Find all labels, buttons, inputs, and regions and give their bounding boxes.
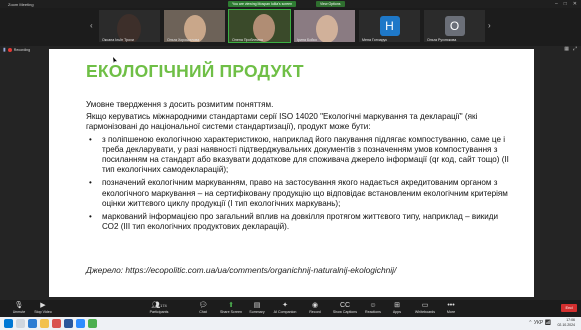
more-button[interactable]: ••• More [432,301,470,314]
participant-avatar: H [379,16,400,36]
participant-name: Оксана Ільїн Трохи [102,38,134,42]
record-dot-icon [7,48,12,52]
zoom-taskbar-icon[interactable] [76,319,85,328]
slide-body: Умовне твердження з досить розмитим поня… [86,100,516,235]
stop-video-button[interactable]: ▶ Stop Video [24,301,62,314]
list-item: маркований інформацією про загальний впл… [86,212,516,232]
minimize-icon[interactable]: – [555,1,558,7]
strip-right-arrow-icon[interactable]: › [488,21,494,31]
shared-screen-slide: ЕКОЛОГІЧНИЙ ПРОДУКТ Умовне твердження з … [49,49,534,297]
participants-count: 174 [160,303,167,308]
summary-label: Summary [249,310,265,314]
chat-label: Chat [199,310,207,314]
file-explorer-icon[interactable] [40,319,49,328]
clock-date: 02.10.2024 [557,323,575,327]
slide-paragraph: Якщо керуватись міжнародними стандартами… [86,112,478,132]
participant-tile[interactable]: Ольга Хорошилова [163,9,226,43]
view-grid-icon[interactable]: ▦ [564,46,569,52]
clock[interactable]: 17:06 02.10.2024 [557,318,575,328]
video-camera-icon: ▶ [40,302,46,309]
app-icon[interactable] [88,319,97,328]
app-icon[interactable] [52,319,61,328]
search-icon[interactable] [16,319,25,328]
participant-name: Ірина Бойко [297,38,317,42]
participant-name: Ольга Хорошилова [167,38,200,42]
more-dots-icon: ••• [447,302,455,309]
slide-intro: Умовне твердження з досить розмитим поня… [86,100,274,109]
windows-taskbar: ⌃ УКР 📶︎ 17:06 02.10.2024 [0,317,581,330]
slide-title: ЕКОЛОГІЧНИЙ ПРОДУКТ [86,61,304,81]
end-button[interactable]: End [561,304,577,312]
slide-source: Джерело: https://ecopolitic.com.ua/ua/co… [86,265,397,275]
participant-name: Мена Гончарук [362,38,387,42]
edge-browser-icon[interactable] [28,319,37,328]
viewing-share-banner: You are viewing Mospan Iuliia's screen [228,1,297,7]
fullscreen-icon[interactable]: ⤢ [573,46,577,52]
word-icon[interactable] [64,319,73,328]
ai-companion-label: AI Companion [273,310,297,314]
participant-video [316,15,338,42]
participant-tile[interactable]: H Мена Гончарук [358,9,421,43]
slide-bullet-list: з поліпшеною екологічною характеристикою… [86,135,516,233]
participant-tile-speaking[interactable]: Олена Проблемна [228,9,291,43]
participant-avatar: O [444,16,465,36]
close-icon[interactable]: ✕ [573,1,577,7]
participants-label: Participants [149,310,169,314]
signal-icon: ▮ [3,47,6,53]
language-indicator[interactable]: УКР [534,320,543,326]
strip-left-arrow-icon[interactable]: ‹ [90,21,96,31]
participants-icon: 👥︎174 [151,302,167,309]
participant-tile[interactable]: Оксана Ільїн Трохи [98,9,161,43]
list-item: позначений екологічним маркуванням, прав… [86,178,516,209]
zoom-window: Zoom Meeting You are viewing Mospan Iuli… [0,0,581,330]
participants-button[interactable]: 👥︎174 Participants [140,301,178,314]
list-item: з поліпшеною екологічною характеристикою… [86,135,516,176]
record-label: Record [309,310,321,314]
participant-name: Олена Проблемна [232,38,263,42]
apps-label: Apps [392,310,402,314]
app-title: Zoom Meeting [8,1,34,7]
participant-tile[interactable]: Ірина Бойко [293,9,356,43]
title-bar: Zoom Meeting You are viewing Mospan Iuli… [0,0,581,8]
recording-label: Recording [13,48,31,52]
windows-start-icon[interactable] [4,319,13,328]
meeting-toolbar: 🎙︎ Unmute ▶ Stop Video 👥︎174 Participant… [0,300,581,317]
more-label: More [446,310,456,314]
recording-indicator[interactable]: ▮ Recording [3,47,30,53]
view-options-button[interactable]: View Options [316,1,345,7]
stop-video-label: Stop Video [34,310,52,314]
participant-tile[interactable]: O Ольга Рухлюкова [423,9,486,43]
maximize-icon[interactable]: □ [564,1,567,7]
system-tray-icons[interactable]: ⌃ УКР 📶︎ [528,320,551,326]
participant-name: Ольга Рухлюкова [427,38,457,42]
participant-strip: ‹ Оксана Ільїн Трохи Ольга Хорошилова Ол… [0,8,581,46]
